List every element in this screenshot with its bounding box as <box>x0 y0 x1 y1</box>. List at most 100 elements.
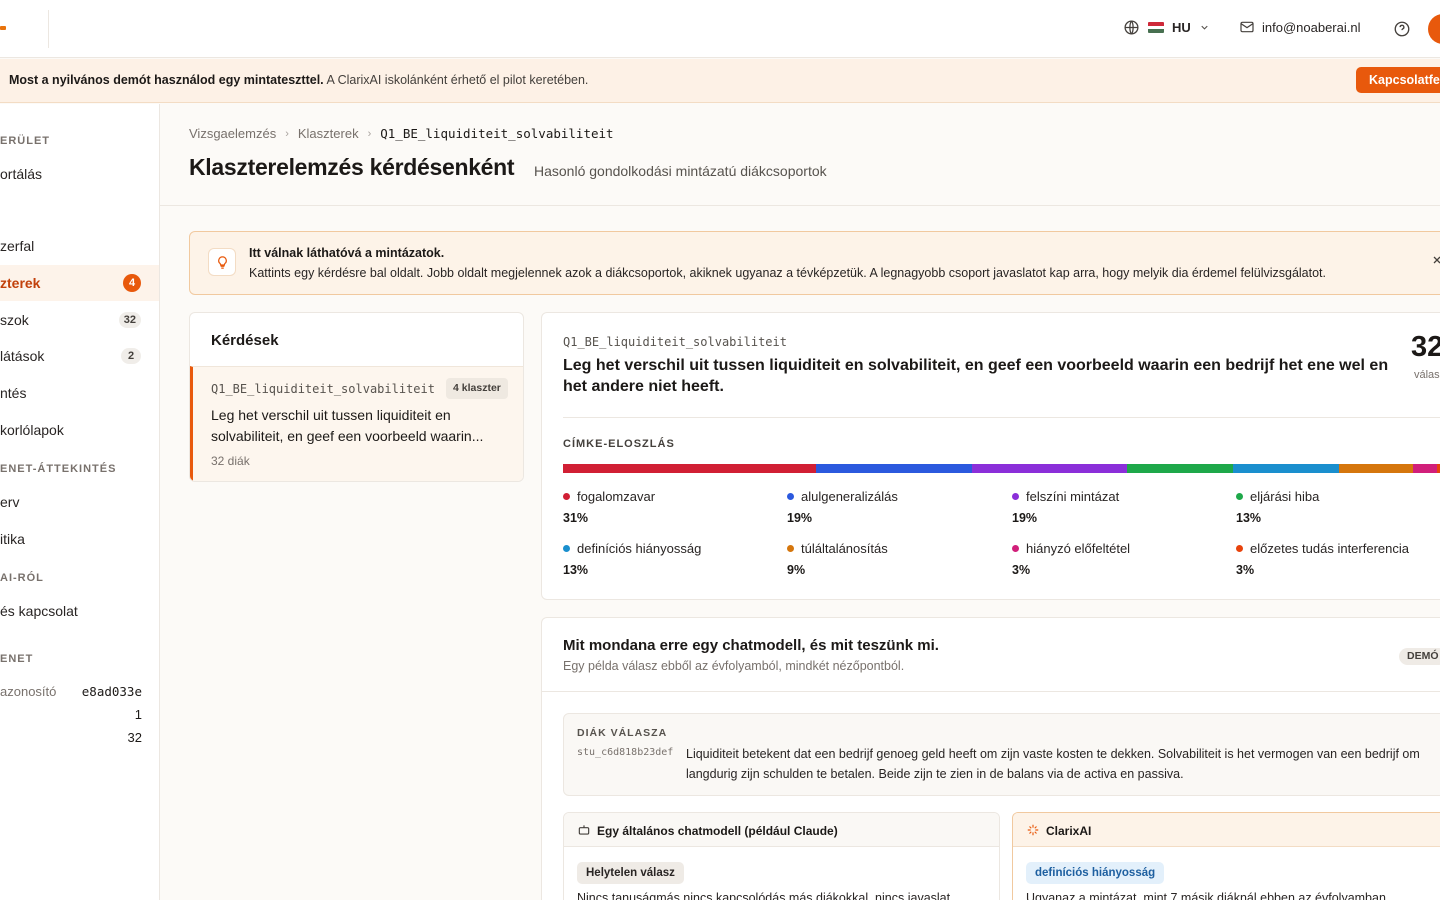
top-bar: HU info@noaberai.nl <box>0 0 1440 58</box>
legend-dot <box>1236 493 1243 500</box>
cluster-count-badge: 4 klaszter <box>446 378 508 399</box>
comparison-subtitle: Egy példa válasz ebből az évfolyamból, m… <box>563 659 905 673</box>
legend-item: előzetes tudás interferencia 3% <box>1236 541 1409 577</box>
close-icon[interactable] <box>1431 253 1440 271</box>
distribution-segment <box>971 464 1127 473</box>
panel-header: Egy általános chatmodell (például Claude… <box>564 813 999 847</box>
count-badge: 4 <box>123 274 141 292</box>
sidebar-item-label: korlólapok <box>0 422 64 438</box>
chevron-down-icon <box>1201 25 1208 30</box>
question-detail-card: Q1_BE_liquiditeit_solvabiliteit Leg het … <box>541 312 1440 600</box>
sidebar-section-title: AI-RÓL <box>0 572 44 584</box>
comparison-title: Mit mondana erre egy chatmodell, és mit … <box>563 637 939 654</box>
student-answer-text: Liquiditeit betekent dat een bedrijf gen… <box>686 747 1420 781</box>
help-icon <box>1394 21 1410 37</box>
sidebar-item-9[interactable]: itika <box>0 521 159 557</box>
legend-percent: 19% <box>787 511 813 525</box>
sidebar-section-title: ENET <box>0 653 34 665</box>
legend-label: hiányzó előfeltétel <box>1026 541 1131 556</box>
logo[interactable] <box>0 26 6 30</box>
contact-email-link[interactable]: info@noaberai.nl <box>1239 19 1360 35</box>
legend-dot <box>787 493 794 500</box>
distribution-segment <box>816 464 972 473</box>
sidebar-item-1[interactable]: ortálás <box>0 156 159 192</box>
legend-item: alulgeneralizálás 19% <box>787 489 898 525</box>
student-count: 32 diák <box>211 454 250 468</box>
sidebar-item-answers[interactable]: szok 32 <box>0 302 159 338</box>
meta-row: azonosító e8ad033e <box>0 684 142 699</box>
sidebar-item-clusters[interactable]: zterek 4 <box>0 265 159 301</box>
page-title: Klaszterelemzés kérdésenként <box>189 154 515 180</box>
avatar[interactable] <box>1428 14 1440 44</box>
sidebar-item-label: szok <box>0 312 29 328</box>
chevron-right-icon: › <box>285 127 289 140</box>
chatmodel-comparison-card: Mit mondana erre egy chatmodell, és mit … <box>541 617 1440 900</box>
globe-icon <box>1124 20 1139 35</box>
sidebar-item-7[interactable]: korlólapok <box>0 412 159 448</box>
contact-button[interactable]: Kapcsolatfelvétel <box>1356 67 1440 93</box>
banner-text: Most a nyilvános demót használod egy min… <box>9 73 588 87</box>
page-header: Vizsgaelemzés › Klaszterek › Q1_BE_liqui… <box>160 104 1440 206</box>
breadcrumb-link[interactable]: Vizsgaelemzés <box>189 126 276 141</box>
meta-value: 1 <box>134 707 142 722</box>
breadcrumb-link[interactable]: Klaszterek <box>298 126 359 141</box>
sidebar-item-2[interactable]: zerfal <box>0 228 159 264</box>
question-id: Q1_BE_liquiditeit_solvabiliteit <box>211 382 435 396</box>
panel-header: ClarixAI <box>1013 813 1440 847</box>
legend-dot <box>563 493 570 500</box>
label-tag: definíciós hiányosság <box>1026 862 1165 884</box>
divider <box>542 691 1440 692</box>
panel-title: Egy általános chatmodell (például Claude… <box>597 824 838 838</box>
sidebar-item-5[interactable]: látások 2 <box>0 338 159 374</box>
legend-percent: 31% <box>563 511 589 525</box>
sidebar-section-title: ERÜLET <box>0 135 50 147</box>
sidebar-item-label: és kapcsolat <box>0 603 78 619</box>
language-code: HU <box>1172 20 1191 35</box>
count-badge: 2 <box>121 348 141 364</box>
question-list-item[interactable]: Q1_BE_liquiditeit_solvabiliteit 4 klaszt… <box>190 366 523 481</box>
sidebar-item-8[interactable]: erv <box>0 484 159 520</box>
language-selector[interactable]: HU <box>1123 19 1210 36</box>
hint-title: Itt válnak láthatóvá a mintázatok. <box>249 246 445 260</box>
question-text: Leg het verschil uit tussen liquiditeit … <box>563 357 1389 395</box>
sidebar-item-10[interactable]: és kapcsolat <box>0 593 159 629</box>
panel-text: Nincs tanuságmás nincs kapcsolódás más d… <box>577 891 951 900</box>
question-id: Q1_BE_liquiditeit_solvabiliteit <box>563 335 787 349</box>
sidebar-item-label: erv <box>0 494 20 510</box>
distribution-segment <box>1412 464 1438 473</box>
questions-title: Kérdések <box>211 332 279 349</box>
bot-icon <box>578 825 590 835</box>
hungary-flag-icon <box>1148 22 1164 33</box>
legend-label: előzetes tudás interferencia <box>1250 541 1409 556</box>
chevron-right-icon: › <box>367 127 372 140</box>
mail-icon <box>1240 21 1254 33</box>
sidebar-item-6[interactable]: ntés <box>0 375 159 411</box>
hint-text: Kattints egy kérdésre bal oldalt. Jobb o… <box>249 266 1327 280</box>
hint-callout: Itt válnak láthatóvá a mintázatok. Katti… <box>189 231 1440 295</box>
legend-dot <box>1012 545 1019 552</box>
student-answer-label: DIÁK VÁLASZA <box>577 727 668 739</box>
legend-item: felszíni mintázat 19% <box>1012 489 1119 525</box>
distribution-bar <box>563 464 1440 473</box>
legend-label: alulgeneralizálás <box>801 489 898 504</box>
answer-count-label: válasz <box>1414 369 1440 381</box>
legend-label: felszíni mintázat <box>1026 489 1120 504</box>
help-button[interactable] <box>1393 20 1411 43</box>
breadcrumb-current: Q1_BE_liquiditeit_solvabiliteit <box>380 126 614 141</box>
legend-item: definíciós hiányosság 13% <box>563 541 701 577</box>
legend-label: definíciós hiányosság <box>577 541 702 556</box>
legend-dot <box>563 545 570 552</box>
legend-percent: 3% <box>1012 563 1031 577</box>
count-badge: 32 <box>118 312 141 328</box>
legend-label: túláltalánosítás <box>801 541 888 556</box>
question-text: Leg het verschil uit tussen liquiditeit … <box>211 407 484 444</box>
distribution-segment <box>1126 464 1234 473</box>
sidebar-item-label: ortálás <box>0 166 43 182</box>
divider <box>48 10 49 48</box>
verdict-tag: Helytelen válasz <box>577 862 684 884</box>
legend-percent: 13% <box>1236 511 1262 525</box>
answer-count: 32 <box>1411 331 1440 363</box>
sidebar-item-label: ntés <box>0 385 27 401</box>
legend-item: túláltalánosítás 9% <box>787 541 888 577</box>
clarixai-panel: ClarixAI definíciós hiányosság Ugyanaz a… <box>1012 812 1440 900</box>
